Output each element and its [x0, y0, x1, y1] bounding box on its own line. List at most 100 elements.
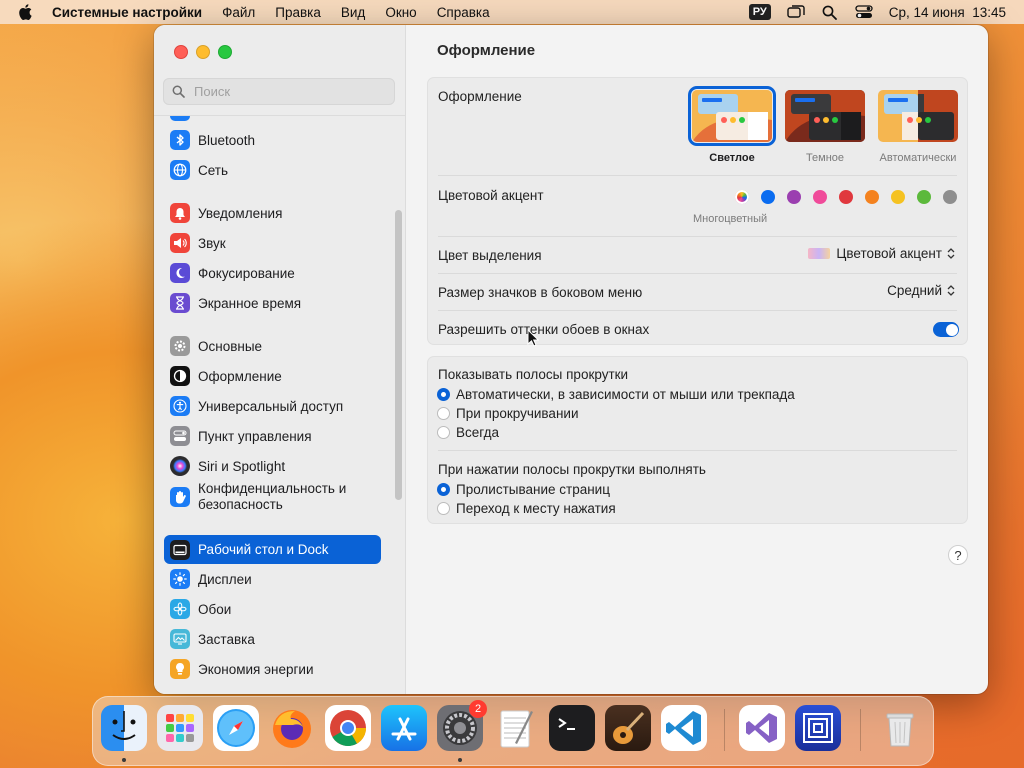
menu-clock[interactable]: Ср, 14 июня 13:45 — [889, 5, 1006, 20]
sidebar-item-network[interactable]: Сеть — [164, 156, 380, 184]
search-input[interactable] — [192, 83, 386, 100]
apple-menu-icon[interactable] — [16, 3, 34, 21]
sidebar-item-label: Siri и Spotlight — [198, 458, 286, 474]
sidebar-item-label: Экранное время — [198, 295, 302, 311]
scrollbars-option-auto[interactable]: Автоматически, в зависимости от мыши или… — [437, 387, 795, 402]
safari-icon[interactable] — [213, 705, 259, 751]
row-divider — [438, 175, 957, 176]
terminal-icon[interactable] — [549, 705, 595, 751]
firefox-icon[interactable] — [269, 705, 315, 751]
accent-orange-swatch[interactable] — [865, 190, 879, 204]
sidebar-item-label: Сеть — [198, 162, 229, 178]
click-option-page[interactable]: Пролистывание страниц — [437, 482, 610, 497]
accent-graphite-swatch[interactable] — [943, 190, 957, 204]
accent-green-swatch[interactable] — [917, 190, 931, 204]
scrollbars-option-when-scrolling[interactable]: При прокручивании — [437, 406, 578, 421]
sidebar-item-privacy[interactable]: Конфиденциальность и безопасность — [164, 479, 380, 515]
sidebar-item-sound[interactable]: Звук — [164, 229, 380, 257]
appearance-option-light-label[interactable]: Светлое — [682, 152, 782, 164]
radio-label: Всегда — [456, 425, 499, 440]
minimize-window-button[interactable] — [196, 45, 210, 59]
menu-window[interactable]: Окно — [385, 5, 416, 20]
close-window-button[interactable] — [174, 45, 188, 59]
menu-app-name[interactable]: Системные настройки — [52, 5, 202, 20]
accent-caption: Многоцветный — [693, 213, 768, 225]
input-source-badge[interactable]: РУ — [748, 4, 771, 20]
zoom-window-button[interactable] — [218, 45, 232, 59]
sidebar-item-appearance[interactable]: Оформление — [164, 362, 380, 390]
sidebar-item-label: Фокусирование — [198, 265, 295, 281]
highlight-color-popup[interactable]: Цветовой акцент — [808, 246, 955, 261]
sidebar-item-control-center[interactable]: Пункт управления — [164, 422, 380, 450]
radio-selected[interactable] — [437, 388, 450, 401]
spotlight-search-icon[interactable] — [821, 4, 839, 20]
sun-icon — [170, 569, 190, 589]
trash-icon[interactable] — [877, 705, 923, 751]
chevron-updown-icon — [947, 247, 955, 260]
accent-red-swatch[interactable] — [839, 190, 853, 204]
accent-multicolor-swatch[interactable] — [735, 190, 749, 204]
gear-icon — [170, 336, 190, 356]
scrollbars-option-always[interactable]: Всегда — [437, 425, 499, 440]
visual-studio-icon[interactable] — [739, 705, 785, 751]
app-store-icon[interactable] — [381, 705, 427, 751]
sidebar-item-screensaver[interactable]: Заставка — [164, 625, 380, 653]
sidebar-item-desktop-dock[interactable]: Рабочий стол и Dock — [164, 535, 381, 564]
menu-edit[interactable]: Правка — [275, 5, 321, 20]
appearance-icon — [170, 366, 190, 386]
vscode-icon[interactable] — [661, 705, 707, 751]
window-switch-icon[interactable] — [787, 4, 805, 20]
wallpaper-tinting-toggle[interactable] — [933, 322, 959, 337]
running-indicator — [122, 758, 126, 762]
menu-file[interactable]: Файл — [222, 5, 255, 20]
sidebar-item-accessibility[interactable]: Универсальный доступ — [164, 392, 380, 420]
accent-yellow-swatch[interactable] — [891, 190, 905, 204]
menu-view[interactable]: Вид — [341, 5, 365, 20]
sidebar-scrollbar[interactable] — [395, 210, 402, 500]
appearance-option-light[interactable] — [688, 86, 776, 146]
highlight-color-label: Цвет выделения — [438, 248, 542, 263]
radio-unselected[interactable] — [437, 407, 450, 420]
finder-icon[interactable] — [101, 705, 147, 751]
sidebar-item-focus[interactable]: Фокусирование — [164, 259, 380, 287]
sidebar-item-label: Обои — [198, 601, 232, 617]
radio-unselected[interactable] — [437, 426, 450, 439]
textedit-icon[interactable] — [493, 705, 539, 751]
sidebar-item-label: Оформление — [198, 368, 282, 384]
sidebar-item-siri[interactable]: Siri и Spotlight — [164, 452, 380, 480]
moon-icon — [170, 263, 190, 283]
sidebar-item-energy-saver[interactable]: Экономия энергии — [164, 655, 380, 683]
sidebar-item-notifications[interactable]: Уведомления — [164, 199, 380, 227]
sidebar-item-bluetooth[interactable]: Bluetooth — [164, 126, 380, 154]
garageband-icon[interactable] — [605, 705, 651, 751]
control-center-icon[interactable] — [855, 4, 873, 20]
globe-icon — [170, 160, 190, 180]
radio-unselected[interactable] — [437, 502, 450, 515]
sidebar-item-label: Пункт управления — [198, 428, 312, 444]
window-controls — [174, 45, 232, 59]
appearance-panel: Оформление Светлое Темное Автоматически … — [427, 77, 968, 345]
control-center-icon — [170, 426, 190, 446]
appearance-option-dark[interactable] — [785, 90, 865, 142]
dock: 2 — [92, 696, 934, 766]
accent-pink-swatch[interactable] — [813, 190, 827, 204]
sidebar-item-screen-time[interactable]: Экранное время — [164, 289, 380, 317]
radio-selected[interactable] — [437, 483, 450, 496]
menu-help[interactable]: Справка — [437, 5, 490, 20]
appearance-option-auto[interactable] — [878, 90, 958, 142]
chrome-icon[interactable] — [325, 705, 371, 751]
help-button[interactable]: ? — [948, 545, 968, 565]
launchpad-icon[interactable] — [157, 705, 203, 751]
simulator-icon[interactable] — [795, 705, 841, 751]
appearance-option-dark-label[interactable]: Темное — [775, 152, 875, 164]
sidebar-item-displays[interactable]: Дисплеи — [164, 565, 380, 593]
sidebar-item-wallpaper[interactable]: Обои — [164, 595, 380, 623]
accent-blue-swatch[interactable] — [761, 190, 775, 204]
sidebar-icon-size-popup[interactable]: Средний — [887, 283, 955, 298]
sidebar-item-general[interactable]: Основные — [164, 332, 380, 360]
accent-purple-swatch[interactable] — [787, 190, 801, 204]
sidebar-search[interactable] — [163, 78, 395, 105]
appearance-option-auto-label[interactable]: Автоматически — [868, 152, 968, 164]
sidebar-item-label: Звук — [198, 235, 226, 251]
click-option-spot[interactable]: Переход к месту нажатия — [437, 501, 616, 516]
